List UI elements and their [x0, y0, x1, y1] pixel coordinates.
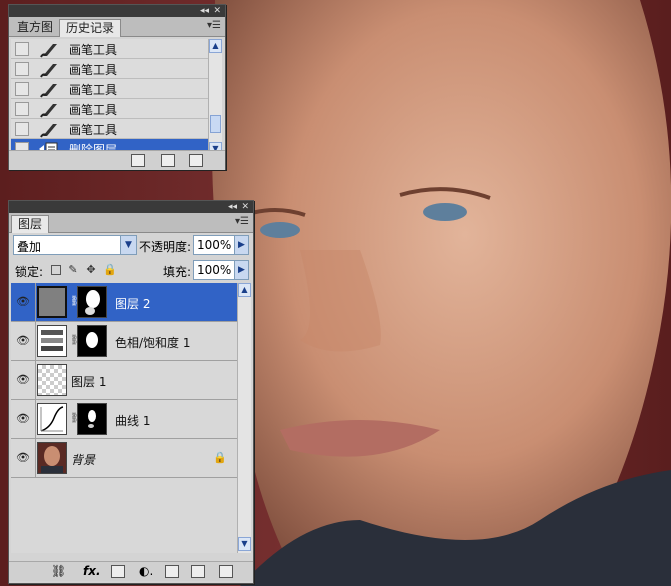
history-item[interactable]: 画笔工具 — [11, 99, 215, 119]
lock-label: 锁定: — [15, 265, 44, 279]
eye-icon[interactable]: 👁 — [15, 334, 31, 348]
layer-name: 图层 1 — [71, 375, 107, 389]
chevron-right-icon[interactable]: ▶ — [234, 261, 248, 279]
eye-icon[interactable]: 👁 — [15, 373, 31, 387]
layer-row[interactable]: 👁 图层 1 — [11, 361, 243, 400]
collapse-icon[interactable]: ◂◂ — [228, 201, 237, 213]
opacity-input[interactable]: 100% ▶ — [193, 235, 249, 255]
lock-icon: 🔒 — [213, 451, 227, 464]
layer-name: 图层 2 — [115, 297, 151, 311]
chevron-down-icon[interactable]: ▼ — [120, 236, 136, 254]
brush-icon — [39, 60, 61, 78]
eye-icon[interactable]: 👁 — [15, 295, 31, 309]
tab-layers[interactable]: 图层 — [11, 215, 50, 233]
fill-label: 填充: — [163, 265, 192, 279]
lock-move-icon[interactable]: ✥ — [85, 264, 97, 276]
fx-icon[interactable]: fx. — [83, 564, 101, 578]
layer-row[interactable]: 👁 ⛓ 曲线 1 — [11, 400, 243, 439]
layer-row[interactable]: 👁 背景 🔒 — [11, 439, 243, 478]
hue-saturation-adjustment-icon — [37, 325, 67, 357]
history-panel: ◂◂ ✕ 直方图 历史记录 ▾☰ 画笔工具 画笔工具 画笔工具 画笔工具 画笔工… — [8, 4, 226, 170]
snapshot-source-checkbox[interactable] — [15, 122, 29, 136]
snapshot-source-checkbox[interactable] — [15, 82, 29, 96]
history-item[interactable]: 画笔工具 — [11, 59, 215, 79]
fill-input[interactable]: 100% ▶ — [193, 260, 249, 280]
folder-icon[interactable] — [165, 565, 179, 578]
brush-icon — [39, 40, 61, 58]
layers-panel: ◂◂ ✕ 图层 ▾☰ 叠加 ▼ 不透明度: 100% ▶ 锁定: ✎ ✥ 🔒 填… — [8, 200, 254, 584]
collapse-icon[interactable]: ◂◂ — [200, 5, 209, 17]
tab-history[interactable]: 历史记录 — [59, 19, 122, 37]
add-mask-icon[interactable] — [111, 565, 125, 578]
link-layers-icon[interactable]: ⛓ — [51, 564, 66, 578]
eye-icon[interactable]: 👁 — [15, 451, 31, 465]
layer-name: 色相/饱和度 1 — [115, 336, 191, 350]
panel-menu-icon[interactable]: ▾☰ — [235, 216, 249, 227]
new-layer-icon[interactable] — [191, 565, 205, 578]
layer-mask-thumbnail[interactable] — [77, 325, 107, 357]
trash-icon[interactable] — [219, 565, 233, 578]
curves-adjustment-icon — [37, 403, 67, 435]
history-scrollbar[interactable]: ▲ ▼ — [208, 39, 222, 157]
blend-row: 叠加 ▼ 不透明度: 100% ▶ — [11, 234, 251, 258]
layers-list: 👁 ⛓ 图层 2 👁 ⛓ 色相/饱和度 1 👁 — [11, 283, 243, 553]
lock-row: 锁定: ✎ ✥ 🔒 填充: 100% ▶ — [11, 259, 251, 283]
blend-mode-select[interactable]: 叠加 ▼ — [13, 235, 137, 255]
scroll-up-button[interactable]: ▲ — [209, 39, 222, 53]
history-list: 画笔工具 画笔工具 画笔工具 画笔工具 画笔工具 删除图层 — [11, 39, 215, 159]
history-tabs: 直方图 历史记录 ▾☰ — [9, 17, 225, 37]
layers-titlebar[interactable]: ◂◂ ✕ — [9, 201, 253, 213]
history-titlebar[interactable]: ◂◂ ✕ — [9, 5, 225, 17]
layer-thumbnail — [37, 364, 67, 396]
opacity-label: 不透明度: — [139, 240, 192, 254]
snapshot-source-checkbox[interactable] — [15, 102, 29, 116]
snapshot-source-checkbox[interactable] — [15, 42, 29, 56]
layer-mask-thumbnail[interactable] — [77, 403, 107, 435]
trash-icon[interactable] — [189, 154, 203, 167]
brush-icon — [39, 80, 61, 98]
blend-mode-value: 叠加 — [17, 240, 42, 254]
opacity-value: 100% — [197, 238, 232, 252]
adjustment-layer-icon[interactable]: ◐. — [139, 564, 153, 578]
layer-name: 背景 — [71, 453, 96, 467]
panel-menu-icon[interactable]: ▾☰ — [207, 20, 221, 31]
layer-row[interactable]: 👁 ⛓ 图层 2 — [11, 283, 243, 322]
close-icon[interactable]: ✕ — [241, 201, 249, 213]
layers-footer: ⛓ fx. ◐. — [9, 561, 253, 581]
history-item[interactable]: 画笔工具 — [11, 79, 215, 99]
layer-thumbnail — [37, 286, 67, 318]
fill-value: 100% — [197, 263, 232, 277]
history-item-label: 画笔工具 — [69, 63, 118, 77]
lock-brush-icon[interactable]: ✎ — [67, 264, 79, 276]
scroll-down-button[interactable]: ▼ — [238, 537, 251, 551]
history-item-label: 画笔工具 — [69, 43, 118, 57]
brush-icon — [39, 120, 61, 138]
lock-all-icon[interactable]: 🔒 — [103, 264, 117, 276]
layer-thumbnail — [37, 442, 67, 474]
lock-transparent-icon[interactable] — [51, 265, 61, 275]
history-item[interactable]: 画笔工具 — [11, 39, 215, 59]
history-item-label: 画笔工具 — [69, 83, 118, 97]
camera-snapshot-icon[interactable] — [161, 154, 175, 167]
history-item[interactable]: 画笔工具 — [11, 119, 215, 139]
chevron-right-icon[interactable]: ▶ — [234, 236, 248, 254]
layers-scrollbar[interactable]: ▲ ▼ — [237, 283, 251, 553]
snapshot-source-checkbox[interactable] — [15, 62, 29, 76]
new-document-from-state-icon[interactable] — [131, 154, 145, 167]
history-footer — [9, 150, 225, 170]
layer-name: 曲线 1 — [115, 414, 151, 428]
brush-icon — [39, 100, 61, 118]
layer-row[interactable]: 👁 ⛓ 色相/饱和度 1 — [11, 322, 243, 361]
scroll-thumb[interactable] — [210, 115, 221, 133]
tab-histogram[interactable]: 直方图 — [11, 19, 59, 37]
scroll-up-button[interactable]: ▲ — [238, 283, 251, 297]
eye-icon[interactable]: 👁 — [15, 412, 31, 426]
layer-mask-thumbnail[interactable] — [77, 286, 107, 318]
history-item-label: 画笔工具 — [69, 123, 118, 137]
layers-tabs: 图层 ▾☰ — [9, 213, 253, 233]
history-item-label: 画笔工具 — [69, 103, 118, 117]
close-icon[interactable]: ✕ — [213, 5, 221, 17]
